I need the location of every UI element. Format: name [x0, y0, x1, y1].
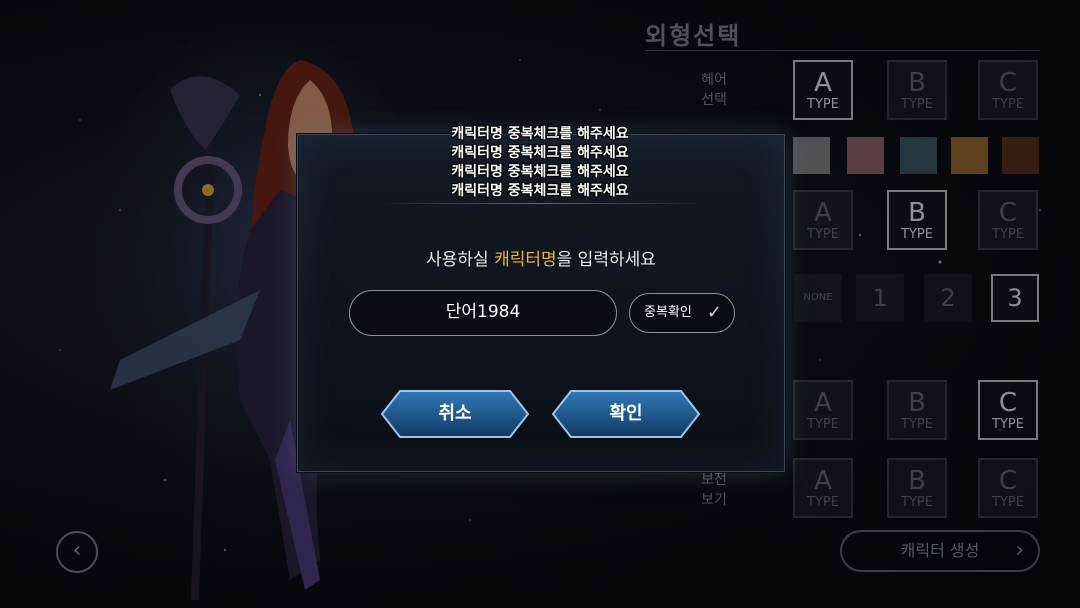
back-arrow-button[interactable]: ‹	[56, 531, 98, 573]
color-swatch-brown[interactable]	[1002, 137, 1039, 174]
view-type-b[interactable]: B TYPE	[887, 458, 947, 518]
face-type-a[interactable]: A TYPE	[793, 190, 853, 250]
create-character-button[interactable]: 캐릭터 생성 ›	[840, 530, 1040, 572]
duplicate-warning: 캐릭터명 중복체크를 해주세요	[451, 145, 629, 161]
color-swatch-teal[interactable]	[900, 137, 937, 174]
option-1[interactable]: 1	[856, 274, 904, 322]
view-label: 보전 보기	[701, 472, 727, 508]
color-swatch-gray[interactable]	[793, 137, 830, 174]
cancel-button[interactable]: 취소	[380, 389, 530, 439]
prompt-highlight: 캐릭터명	[494, 250, 557, 270]
hair-label: 헤어 선택	[701, 72, 727, 108]
chevron-left-icon: ‹	[72, 538, 82, 563]
confirm-label: 확인	[609, 403, 643, 424]
option-2[interactable]: 2	[924, 274, 972, 322]
hair-type-b[interactable]: B TYPE	[887, 60, 947, 120]
duplicate-check-label: 중복확인	[644, 305, 692, 320]
panel-divider	[645, 50, 1040, 51]
create-character-label: 캐릭터 생성	[900, 541, 980, 560]
outfit-type-b[interactable]: B TYPE	[887, 380, 947, 440]
cancel-label: 취소	[438, 403, 472, 424]
face-type-b[interactable]: B TYPE	[887, 190, 947, 250]
color-swatch-amber[interactable]	[951, 137, 988, 174]
outfit-type-c[interactable]: C TYPE	[978, 380, 1038, 440]
check-icon: ✓	[706, 302, 722, 323]
option-none[interactable]: NONE	[794, 274, 842, 322]
duplicate-warning: 캐릭터명 중복체크를 해주세요	[451, 164, 629, 180]
view-type-c[interactable]: C TYPE	[978, 458, 1038, 518]
hair-type-a[interactable]: A TYPE	[793, 60, 853, 120]
duplicate-check-button[interactable]: 중복확인 ✓	[629, 293, 735, 333]
chevron-right-icon: ›	[1015, 538, 1024, 563]
option-3[interactable]: 3	[991, 274, 1039, 322]
dialog-divider	[378, 203, 704, 204]
duplicate-warning: 캐릭터명 중복체크를 해주세요	[451, 126, 629, 142]
duplicate-warning-stack: 캐릭터명 중복체크를 해주세요 캐릭터명 중복체크를 해주세요 캐릭터명 중복체…	[330, 125, 750, 201]
color-swatch-rose[interactable]	[847, 137, 884, 174]
face-type-c[interactable]: C TYPE	[978, 190, 1038, 250]
duplicate-warning: 캐릭터명 중복체크를 해주세요	[451, 183, 629, 199]
hair-type-c[interactable]: C TYPE	[978, 60, 1038, 120]
character-name-input[interactable]: 단어1984	[349, 290, 617, 336]
view-type-a[interactable]: A TYPE	[793, 458, 853, 518]
outfit-type-a[interactable]: A TYPE	[793, 380, 853, 440]
confirm-button[interactable]: 확인	[551, 389, 701, 439]
panel-title: 외형선택	[645, 22, 742, 50]
name-prompt: 사용하실 캐릭터명을 입력하세요	[426, 250, 656, 270]
